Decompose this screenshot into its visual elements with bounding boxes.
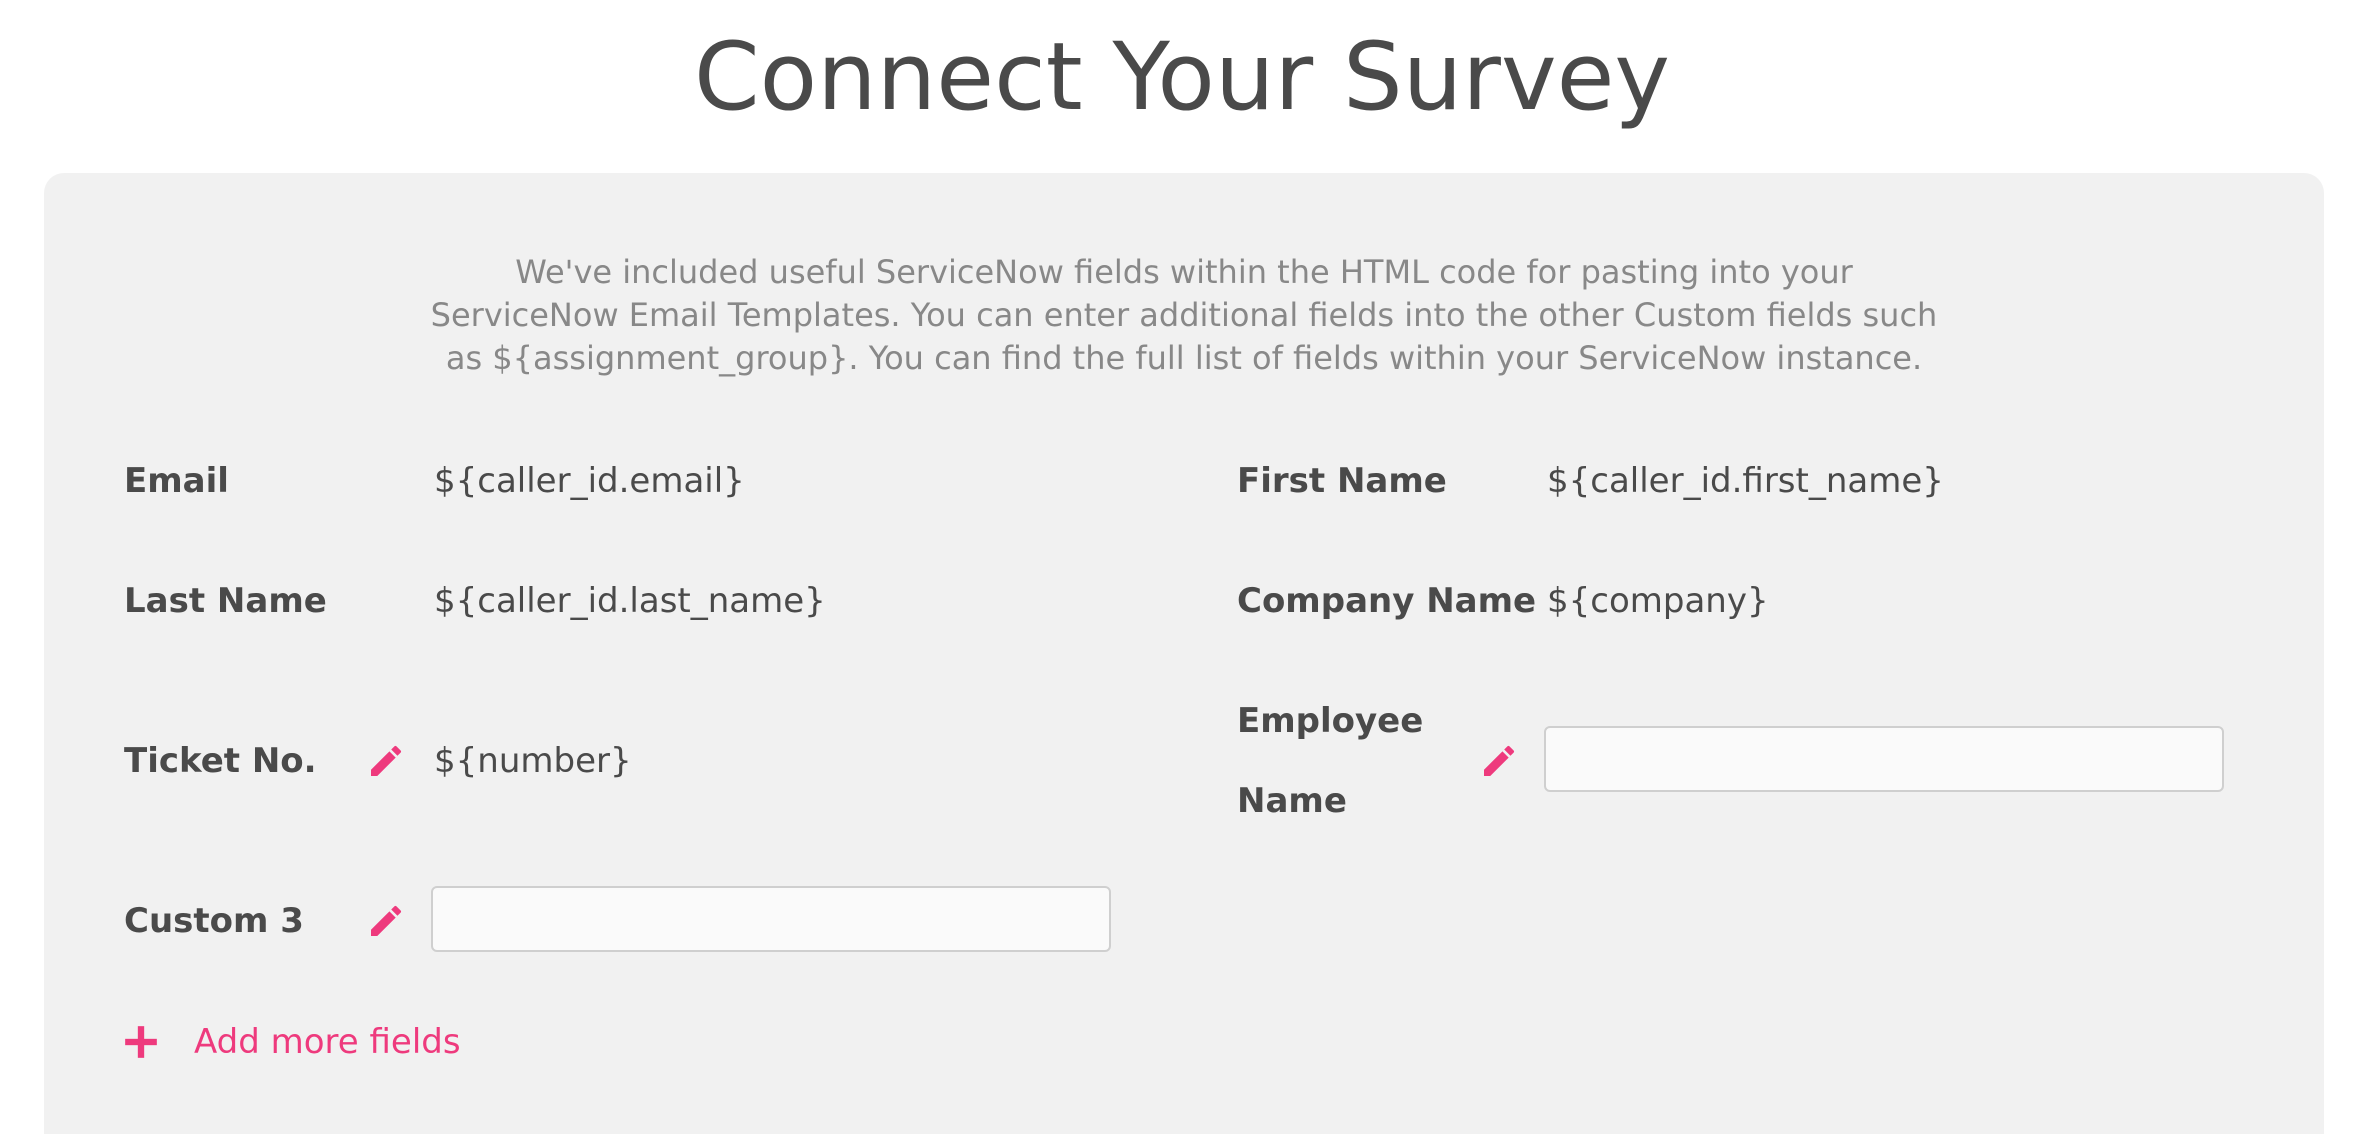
custom-3-input[interactable] bbox=[431, 886, 1111, 952]
custom-3-pencil-icon[interactable] bbox=[366, 901, 406, 941]
ticket-no-label: Ticket No. bbox=[124, 741, 317, 781]
email-value: ${caller_id.email} bbox=[434, 461, 745, 501]
pencil-icon bbox=[1484, 745, 1515, 776]
first-name-label: First Name bbox=[1237, 461, 1447, 501]
pencil-icon bbox=[371, 745, 402, 776]
page: Connect Your Survey We've included usefu… bbox=[0, 0, 2364, 1134]
company-name-value: ${company} bbox=[1547, 581, 1769, 621]
custom-3-label: Custom 3 bbox=[124, 901, 304, 941]
add-more-fields-label: Add more fields bbox=[194, 1022, 461, 1062]
employee-name-label: Employee Name bbox=[1237, 701, 1424, 821]
survey-fields-panel: We've included useful ServiceNow fields … bbox=[44, 173, 2324, 1134]
first-name-value: ${caller_id.first_name} bbox=[1547, 461, 1944, 501]
page-title: Connect Your Survey bbox=[693, 23, 1671, 132]
employee-name-pencil-icon[interactable] bbox=[1479, 741, 1519, 781]
last-name-label: Last Name bbox=[124, 581, 327, 621]
ticket-no-value: ${number} bbox=[434, 741, 632, 781]
ticket-no-pencil-icon[interactable] bbox=[366, 741, 406, 781]
last-name-value: ${caller_id.last_name} bbox=[434, 581, 826, 621]
pencil-icon bbox=[371, 905, 402, 936]
email-label: Email bbox=[124, 461, 229, 501]
plus-icon bbox=[125, 1026, 157, 1058]
employee-name-input[interactable] bbox=[1544, 726, 2224, 792]
add-more-fields-button[interactable]: Add more fields bbox=[122, 1017, 461, 1067]
intro-text: We've included useful ServiceNow fields … bbox=[430, 253, 1938, 377]
company-name-label: Company Name bbox=[1237, 581, 1537, 621]
